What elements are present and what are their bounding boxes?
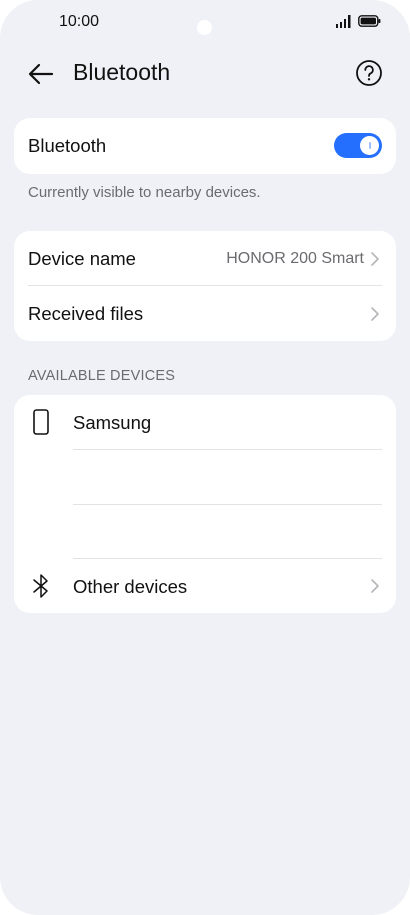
front-camera <box>197 20 212 35</box>
status-time: 10:00 <box>59 13 100 30</box>
chevron-right-icon <box>371 579 379 593</box>
device-item-samsung[interactable]: Samsung <box>14 395 396 450</box>
received-files-label: Received files <box>28 303 144 324</box>
chevron-right-icon <box>371 307 379 321</box>
switch-knob <box>360 136 379 155</box>
status-bar: 10:00 <box>0 0 410 46</box>
bluetooth-switch[interactable] <box>334 133 382 158</box>
bluetooth-toggle-card[interactable]: Bluetooth <box>14 118 396 174</box>
back-arrow-icon[interactable] <box>26 59 56 89</box>
device-name-value: HONOR 200 Smart <box>226 250 364 267</box>
app-bar: Bluetooth <box>0 50 410 98</box>
page-title: Bluetooth <box>73 59 171 85</box>
chevron-right-icon <box>371 252 379 266</box>
phone-screen: 10:00 Bluetooth Bluetooth Currently visi… <box>0 0 410 915</box>
device-name-label: Device name <box>28 248 136 269</box>
divider <box>73 449 382 450</box>
visibility-caption: Currently visible to nearby devices. <box>28 184 261 201</box>
other-devices-row[interactable]: Other devices <box>14 559 396 613</box>
help-icon[interactable] <box>355 59 383 87</box>
switch-knob-indicator <box>369 142 371 149</box>
received-files-row[interactable]: Received files <box>14 286 396 341</box>
bluetooth-icon <box>33 574 48 598</box>
battery-icon <box>358 15 381 27</box>
device-name: Samsung <box>73 412 152 433</box>
available-devices-card: Samsung Other devices <box>14 395 396 613</box>
bluetooth-settings-card: Device name HONOR 200 Smart Received fil… <box>14 231 396 341</box>
bluetooth-label: Bluetooth <box>28 135 107 156</box>
signal-icon <box>336 15 351 28</box>
other-devices-label: Other devices <box>73 576 188 597</box>
divider <box>73 504 382 505</box>
device-name-row[interactable]: Device name HONOR 200 Smart <box>14 231 396 286</box>
section-header-available-devices: AVAILABLE DEVICES <box>28 368 176 384</box>
phone-icon <box>33 409 49 435</box>
